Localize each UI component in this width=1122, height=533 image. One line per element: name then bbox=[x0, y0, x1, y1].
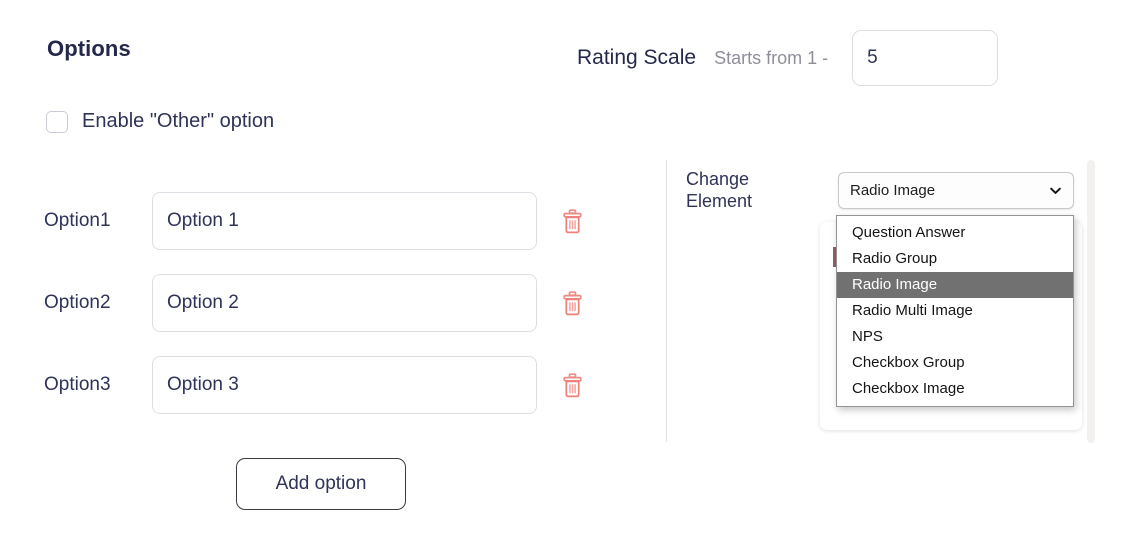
dropdown-option-question-answer[interactable]: Question Answer bbox=[837, 220, 1073, 246]
trash-icon bbox=[562, 372, 582, 397]
option-row: Option2 bbox=[44, 272, 614, 334]
delete-option-button[interactable] bbox=[559, 206, 585, 236]
dropdown-option-nps[interactable]: NPS bbox=[837, 324, 1073, 350]
option-input[interactable] bbox=[152, 192, 537, 250]
dropdown-option-radio-image[interactable]: Radio Image bbox=[837, 272, 1073, 298]
add-option-button[interactable]: Add option bbox=[236, 458, 406, 510]
option-label: Option2 bbox=[44, 292, 111, 313]
panel-divider bbox=[666, 160, 667, 442]
rating-scale-label: Rating Scale bbox=[577, 46, 697, 69]
enable-other-label: Enable "Other" option bbox=[82, 110, 275, 132]
dropdown-option-checkbox-image[interactable]: Checkbox Image bbox=[837, 376, 1073, 402]
trash-icon bbox=[562, 290, 582, 315]
rating-scale-hint: Starts from 1 - bbox=[714, 47, 829, 68]
dropdown-option-checkbox-group[interactable]: Checkbox Group bbox=[837, 350, 1073, 376]
option-label: Option3 bbox=[44, 374, 111, 395]
dropdown-option-radio-multi-image[interactable]: Radio Multi Image bbox=[837, 298, 1073, 324]
enable-other-checkbox[interactable] bbox=[46, 110, 68, 133]
change-element-label-line2: Element bbox=[686, 191, 753, 211]
page-title: Options bbox=[47, 36, 131, 61]
trash-icon bbox=[562, 208, 582, 233]
option-row: Option1 bbox=[44, 190, 614, 252]
rating-scale-input[interactable] bbox=[852, 30, 999, 86]
vertical-scrollbar[interactable] bbox=[1087, 160, 1095, 443]
change-element-selected-value: Radio Image bbox=[850, 182, 936, 199]
dropdown-option-radio-group[interactable]: Radio Group bbox=[837, 246, 1073, 272]
change-element-dropdown-list[interactable]: Question Answer Radio Group Radio Image … bbox=[836, 215, 1074, 407]
delete-option-button[interactable] bbox=[559, 370, 585, 400]
change-element-label-line1: Change bbox=[686, 169, 750, 189]
rating-scale-row: Rating Scale Starts from 1 - bbox=[577, 30, 999, 86]
change-element-select[interactable]: Radio Image bbox=[838, 172, 1074, 209]
delete-option-button[interactable] bbox=[559, 288, 585, 318]
option-input[interactable] bbox=[152, 274, 537, 332]
option-input[interactable] bbox=[152, 356, 537, 414]
change-element-label: Change Element bbox=[686, 168, 816, 212]
option-row: Option3 bbox=[44, 354, 614, 416]
option-label: Option1 bbox=[44, 210, 111, 231]
chevron-down-icon bbox=[1050, 187, 1061, 194]
enable-other-option-row[interactable]: Enable "Other" option bbox=[46, 110, 274, 133]
